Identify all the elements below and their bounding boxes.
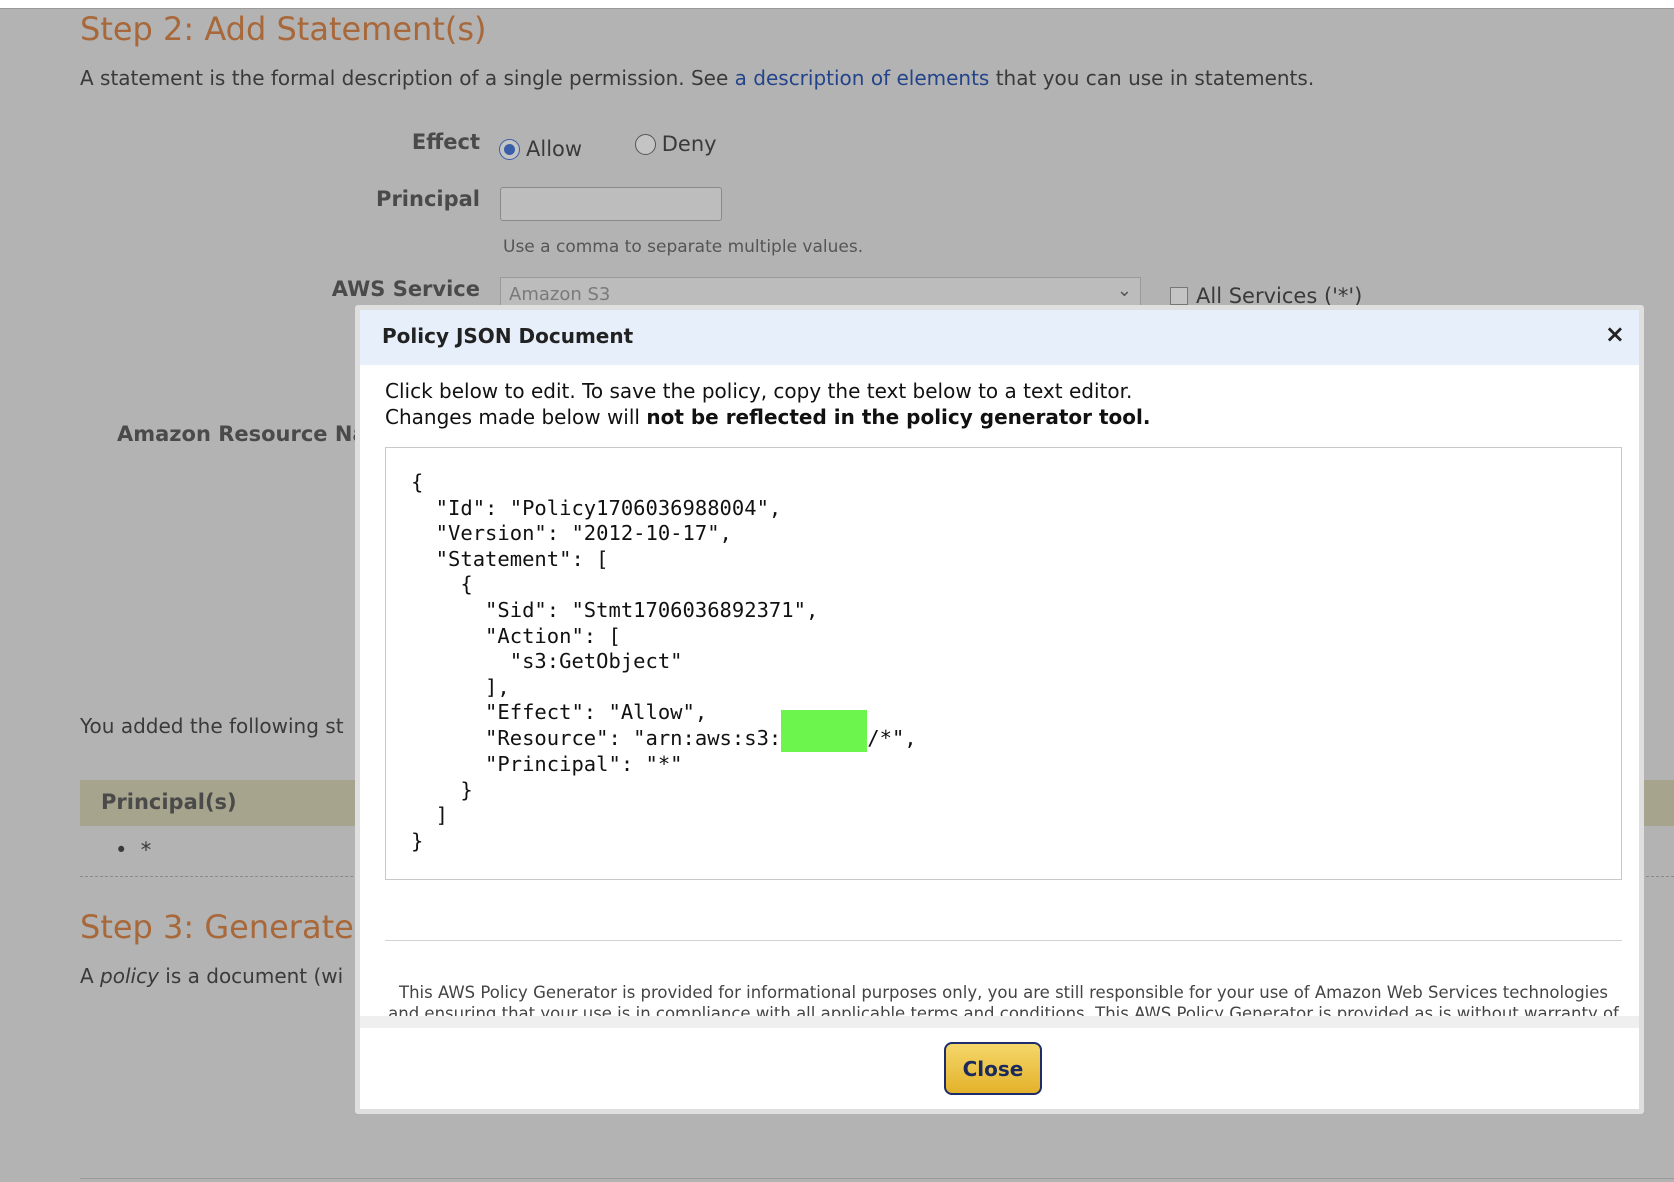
effect-label: Effect [411,130,480,154]
intro-text-after: that you can use in statements. [989,66,1315,90]
effect-allow-label: Allow [526,137,583,161]
modal-divider [385,940,1622,941]
redacted-bucket-name [781,709,868,752]
effect-radio-deny[interactable]: Deny [634,132,717,156]
close-button[interactable]: Close [944,1042,1042,1095]
step3-description: A policy is a document (wi [80,964,343,988]
modal-intro: Click below to edit. To save the policy,… [385,378,1150,430]
principal-list-item-value: * [140,838,152,862]
step3-desc-suffix: is a document (wi [158,964,344,988]
principal-hint: Use a comma to separate multiple values. [503,237,864,257]
disclaimer-text: This AWS Policy Generator is provided fo… [388,983,1619,1016]
modal-footer-band [360,1016,1639,1028]
chevron-down-icon: ⌄ [1116,280,1132,301]
principal-input[interactable] [500,187,722,221]
checkbox-icon [1170,287,1188,305]
modal-title: Policy JSON Document [382,324,634,348]
policy-json-before: { "Id": "Policy1706036988004", "Version"… [411,470,819,750]
arn-label: Amazon Resource Na [117,422,367,446]
modal-header: Policy JSON Document × [360,310,1639,365]
effect-radio-allow[interactable]: Allow [499,137,582,161]
aws-service-value: Amazon S3 [509,284,611,305]
modal-intro-line2-bold: not be reflected in the policy generator… [646,405,1151,429]
step2-title: Step 2: Add Statement(s) [80,10,487,48]
modal-intro-line2: Changes made below will not be reflected… [385,404,1150,430]
intro-text-before: A statement is the formal description of… [80,66,735,90]
effect-radio-group: Allow Deny [499,132,763,161]
added-statements-text: You added the following st [80,714,344,738]
principal-label: Principal [376,187,480,211]
step3-desc-italic: policy [100,964,159,988]
radio-unchecked-icon [634,133,656,155]
close-icon[interactable]: × [1605,322,1625,346]
step3-desc-prefix: A [80,964,101,988]
step3-title: Step 3: Generate [80,908,354,946]
principals-column-header: Principal(s) [101,790,237,814]
modal-intro-line1: Click below to edit. To save the policy,… [385,379,1133,403]
elements-description-link[interactable]: a description of elements [735,66,990,90]
modal-intro-line2-prefix: Changes made below will [385,405,647,429]
bottom-divider [80,1178,1674,1179]
policy-json-modal: Policy JSON Document × Click below to ed… [355,305,1644,1114]
policy-json-text: { "Id": "Policy1706036988004", "Version"… [411,470,1596,854]
principal-list-item: • * [115,838,152,862]
effect-deny-label: Deny [661,132,717,156]
step2-intro: A statement is the formal description of… [80,66,1314,90]
policy-json-editor[interactable]: { "Id": "Policy1706036988004", "Version"… [385,447,1622,880]
radio-checked-icon [499,138,520,160]
aws-service-label: AWS Service [331,277,480,301]
